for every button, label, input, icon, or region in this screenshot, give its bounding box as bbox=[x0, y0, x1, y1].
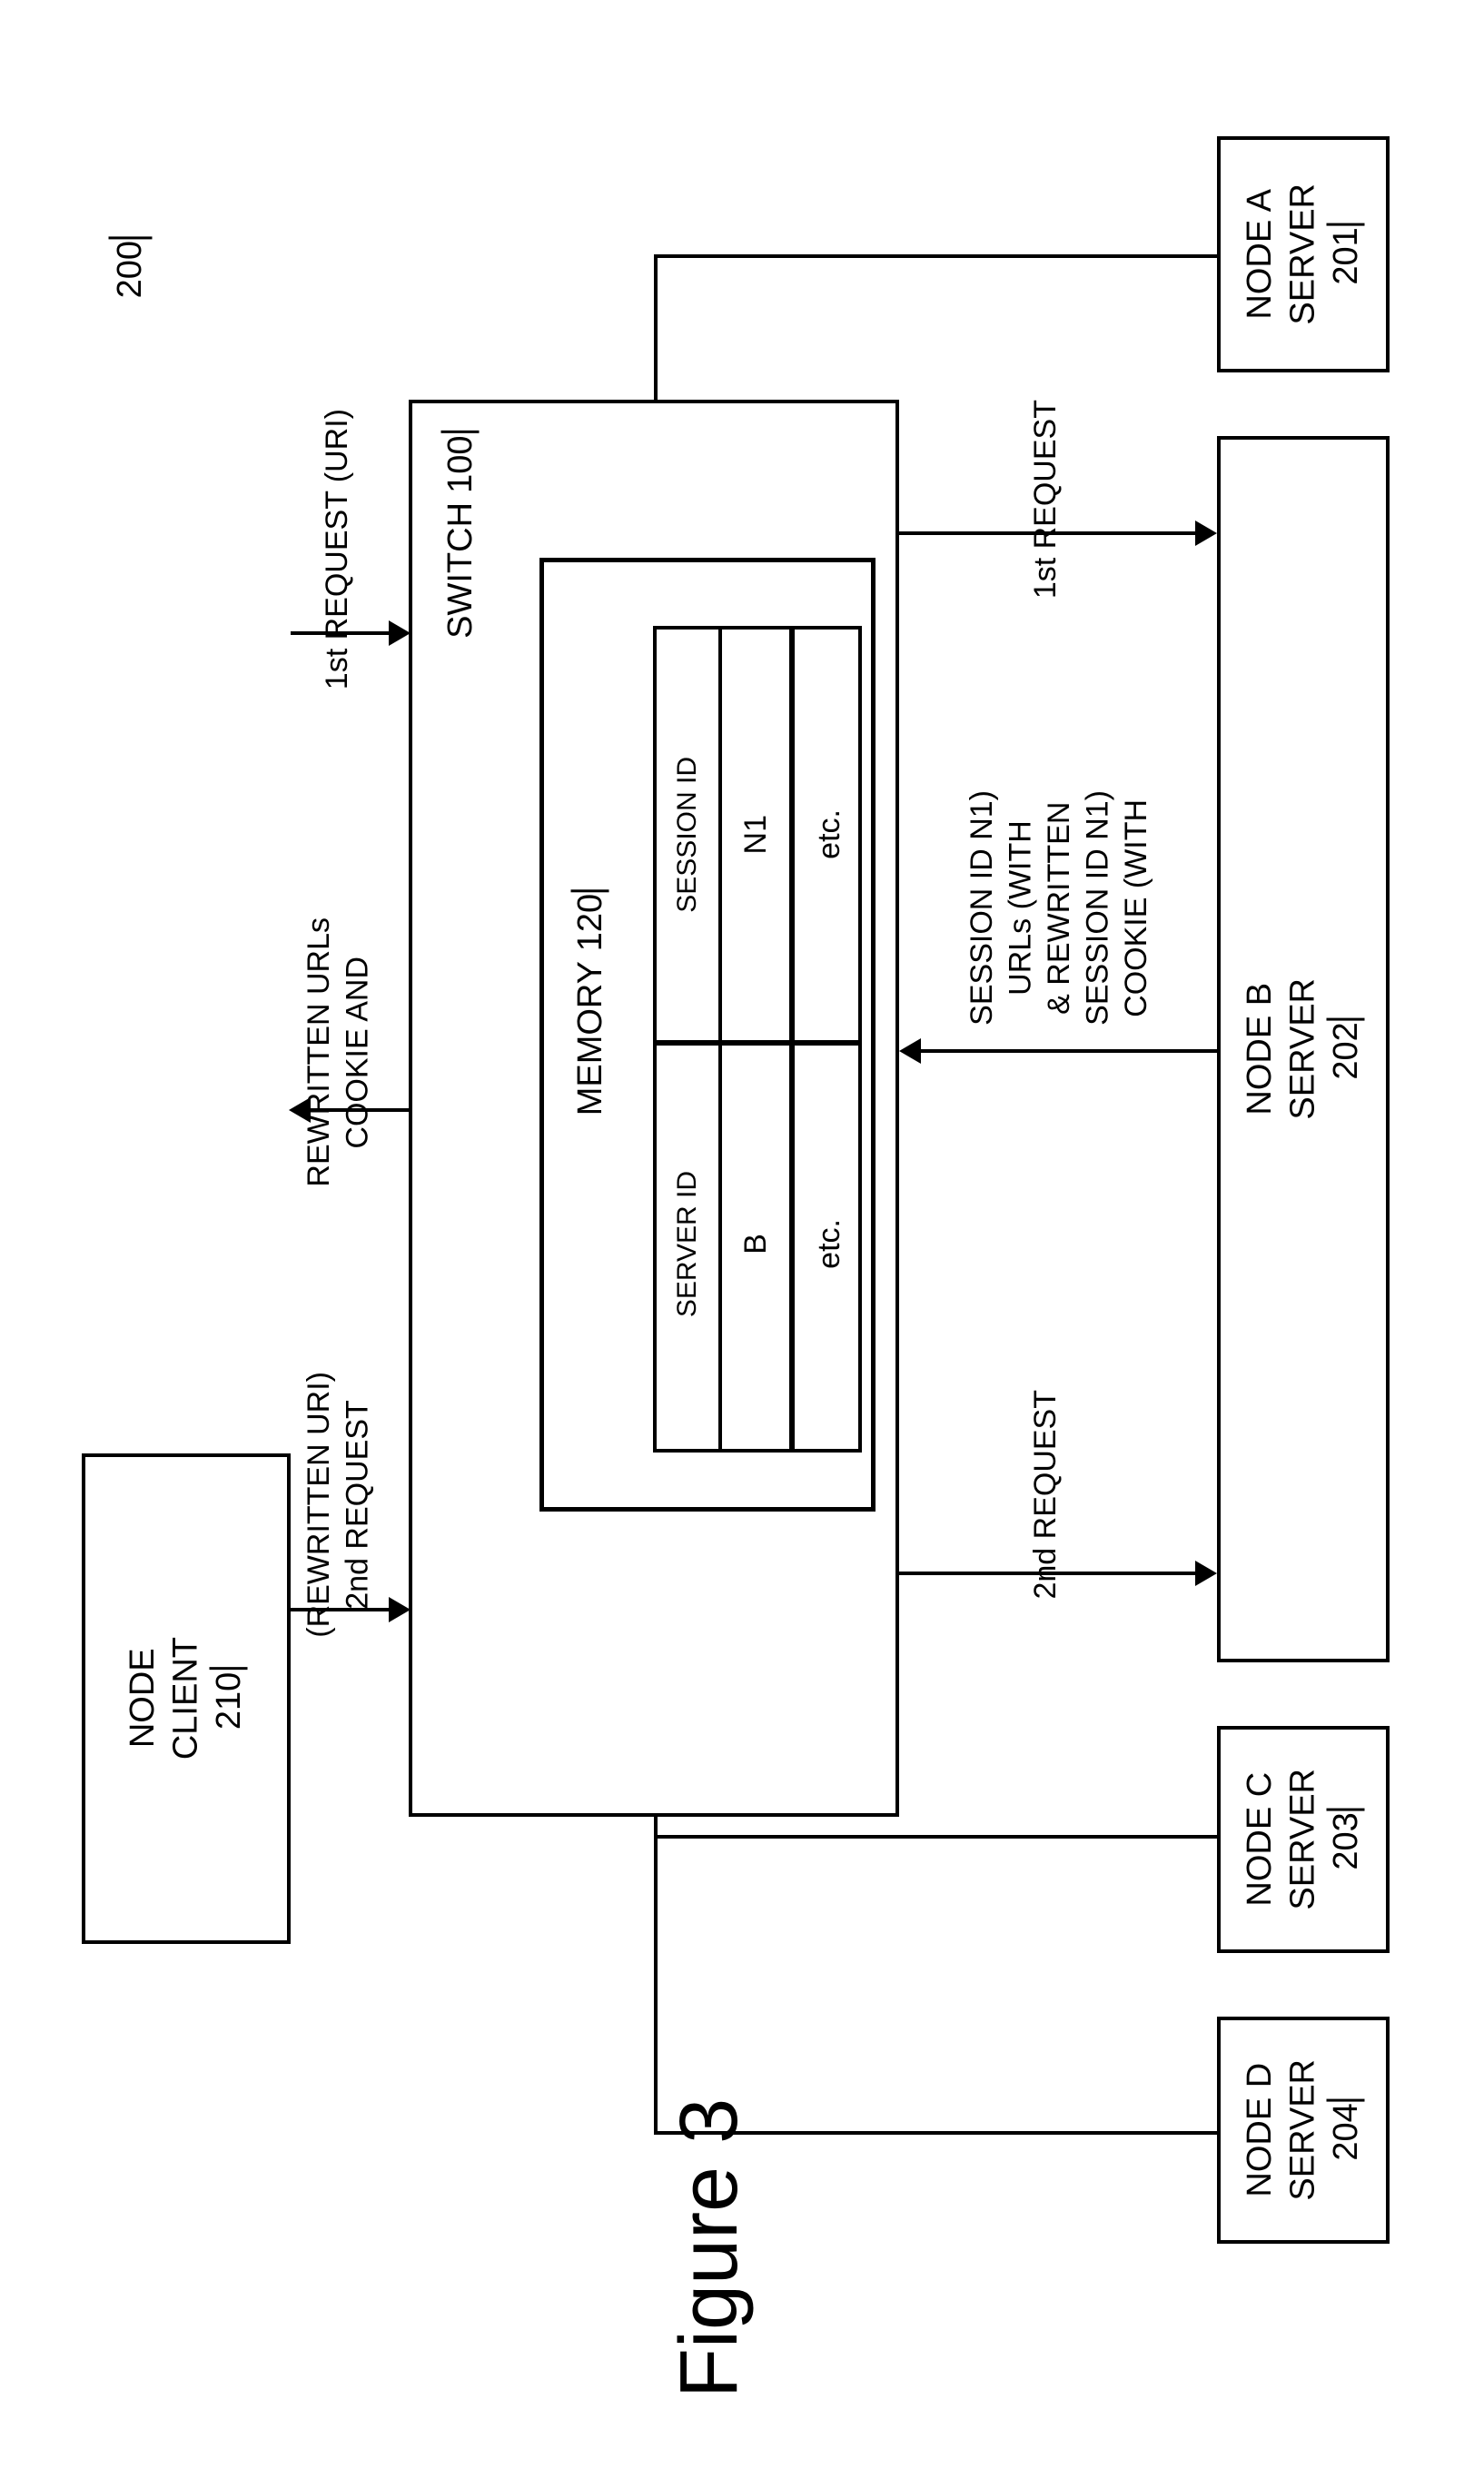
page-ref: 200 bbox=[109, 236, 153, 302]
arrow-r1-label: 1st REQUEST bbox=[1026, 400, 1065, 603]
cell-session-1: etc. bbox=[810, 809, 849, 859]
line-to-server-a bbox=[654, 254, 1217, 258]
arrow-r3-label: 2nd REQUEST bbox=[1026, 1390, 1065, 1604]
cell-server-1: etc. bbox=[810, 1219, 849, 1269]
table-data-row-1: etc. etc. bbox=[800, 630, 858, 1449]
server-d-ref: 204 bbox=[1327, 2099, 1365, 2161]
arrow-r2-head bbox=[899, 1038, 921, 1064]
arrow-l2-text: COOKIE AND REWRITTEN URLs bbox=[300, 917, 377, 1187]
figure-caption-text: Figure 3 bbox=[664, 2098, 755, 2398]
arrow-l3-label: 2nd REQUEST (REWRITTEN URI) bbox=[300, 1372, 377, 1642]
arrow-l1-head bbox=[389, 620, 411, 646]
server-d-label: 204SERVER NODE D bbox=[1239, 2059, 1369, 2201]
memory-box: MEMORY 120 SESSION ID SERVER ID N1 bbox=[539, 558, 876, 1512]
cell-server-0: B bbox=[737, 1234, 776, 1254]
col-server-id: SERVER ID bbox=[670, 1171, 705, 1317]
server-node-b-box: 202SERVER NODE B bbox=[1217, 436, 1390, 1662]
switch-label-text: SWITCH bbox=[441, 502, 480, 639]
server-a-label: 201SERVER NODE A bbox=[1239, 183, 1369, 325]
client-node-label: 210 CLIENT NODE bbox=[122, 1637, 252, 1760]
client-label-text: CLIENT NODE bbox=[124, 1637, 205, 1760]
memory-table: SESSION ID SERVER ID N1 B etc. etc. bbox=[653, 626, 862, 1453]
arrow-r3-text: 2nd REQUEST bbox=[1026, 1390, 1065, 1600]
server-b-ref: 202 bbox=[1327, 1018, 1365, 1080]
memory-title: MEMORY 120 bbox=[569, 889, 613, 1120]
server-d-text: SERVER NODE D bbox=[1241, 2059, 1322, 2201]
memory-label-text: MEMORY bbox=[571, 961, 609, 1116]
server-c-ref: 203 bbox=[1327, 1809, 1365, 1870]
line-to-server-c bbox=[654, 1835, 1217, 1839]
memory-ref: 120 bbox=[571, 889, 609, 951]
arrow-r2-text: COOKIE (WITH SESSION ID N1) & REWRITTEN … bbox=[963, 790, 1156, 1026]
arrow-l1-label: 1st REQUEST (URI) bbox=[318, 409, 357, 694]
table-data-row-0: N1 B bbox=[722, 630, 795, 1449]
server-a-text: SERVER NODE A bbox=[1241, 183, 1322, 325]
server-c-text: SERVER NODE C bbox=[1241, 1769, 1322, 1910]
client-ref: 210 bbox=[210, 1668, 248, 1730]
cell-session-0: N1 bbox=[737, 815, 776, 854]
arrow-l1-text: 1st REQUEST (URI) bbox=[318, 409, 357, 689]
page-ref-text: 200 bbox=[109, 236, 153, 298]
server-node-c-box: 203SERVER NODE C bbox=[1217, 1726, 1390, 1953]
server-a-ref: 201 bbox=[1327, 223, 1365, 285]
line-switch-bottom bbox=[654, 1817, 658, 2135]
switch-box: SWITCH 100 MEMORY 120 SESSION ID SERVER … bbox=[409, 400, 899, 1817]
server-b-label: 202SERVER NODE B bbox=[1239, 978, 1369, 1120]
server-b-text: SERVER NODE B bbox=[1241, 978, 1322, 1120]
arrow-r2-line bbox=[921, 1049, 1217, 1053]
arrow-l2-label: COOKIE AND REWRITTEN URLs bbox=[300, 917, 377, 1192]
diagram-page: 200 210 CLIENT NODE SWITCH 100 MEMORY 12… bbox=[0, 0, 1484, 2469]
client-node-box: 210 CLIENT NODE bbox=[82, 1453, 291, 1944]
table-header-col: SESSION ID SERVER ID bbox=[657, 630, 722, 1449]
arrow-r2-label: COOKIE (WITH SESSION ID N1) & REWRITTEN … bbox=[963, 790, 1156, 1030]
arrow-l3-text: 2nd REQUEST (REWRITTEN URI) bbox=[300, 1372, 377, 1638]
arrow-r1-head bbox=[1195, 521, 1217, 546]
col-session-id: SESSION ID bbox=[670, 757, 705, 913]
server-node-d-box: 204SERVER NODE D bbox=[1217, 2017, 1390, 2244]
figure-caption: Figure 3 bbox=[663, 2098, 757, 2398]
server-node-a-box: 201SERVER NODE A bbox=[1217, 136, 1390, 372]
arrow-r1-text: 1st REQUEST bbox=[1026, 400, 1065, 599]
line-switch-top bbox=[654, 254, 658, 400]
arrow-l3-head bbox=[389, 1597, 411, 1622]
switch-ref: 100 bbox=[441, 431, 480, 492]
switch-title: SWITCH 100 bbox=[440, 431, 483, 643]
server-c-label: 203SERVER NODE C bbox=[1239, 1769, 1369, 1910]
arrow-r3-head bbox=[1195, 1561, 1217, 1586]
